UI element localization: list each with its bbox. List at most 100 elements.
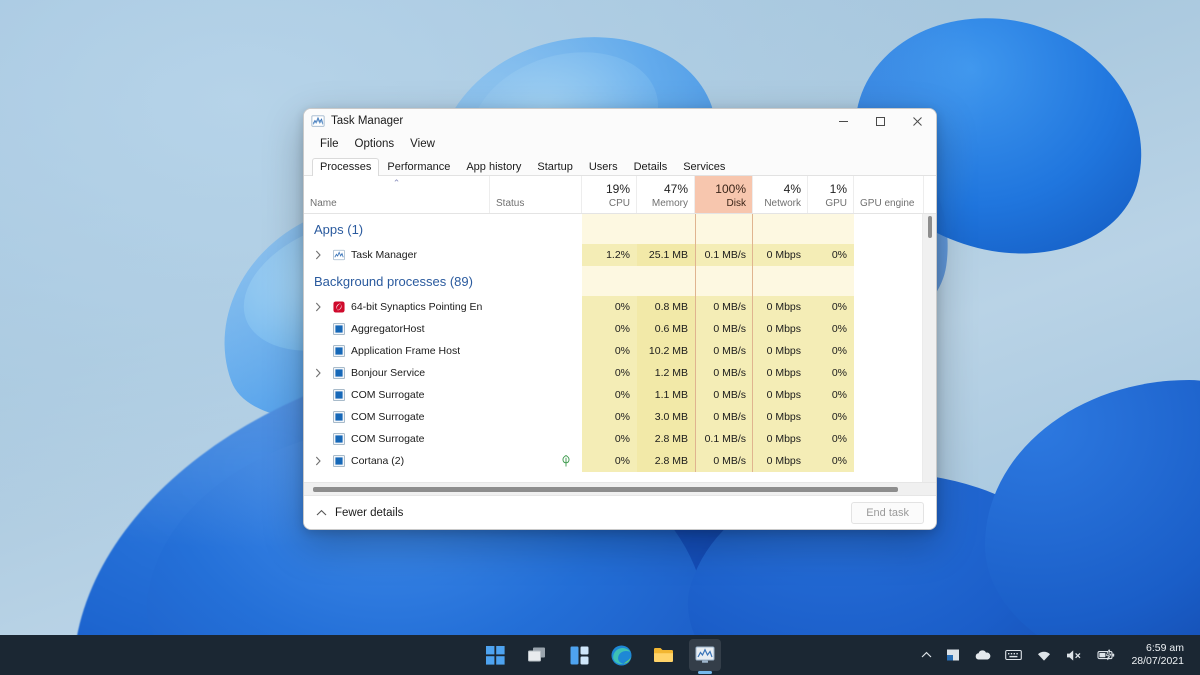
fewer-details-label: Fewer details: [335, 507, 403, 519]
process-group-header[interactable]: Apps (1): [304, 214, 936, 244]
minimize-button[interactable]: [825, 109, 862, 133]
cell-disk: 0 MB/s: [695, 296, 753, 318]
column-header-memory-label: Memory: [652, 198, 688, 209]
process-row[interactable]: COM Surrogate0%2.8 MB0.1 MB/s0 Mbps0%: [304, 428, 936, 450]
expand-chevron-icon[interactable]: [311, 302, 325, 312]
process-row[interactable]: COM Surrogate0%1.1 MB0 MB/s0 Mbps0%: [304, 384, 936, 406]
edge-icon: [611, 645, 632, 666]
tab-users[interactable]: Users: [581, 158, 626, 176]
keyboard-icon[interactable]: [998, 635, 1029, 675]
process-icon: [333, 345, 351, 357]
column-header-disk[interactable]: 100%Disk: [695, 176, 753, 213]
task-view-icon: [527, 646, 547, 664]
cell-disk: 0 MB/s: [695, 340, 753, 362]
cell-network: 0 Mbps: [753, 406, 808, 428]
menu-view[interactable]: View: [402, 136, 443, 152]
menu-file[interactable]: File: [312, 136, 347, 152]
chevron-up-icon: [316, 509, 327, 517]
cell-name: COM Surrogate: [304, 406, 490, 428]
process-rows: Apps (1) Task Manager1.2%25.1 MB0.1 MB/s0…: [304, 214, 936, 482]
taskbar-center-group: [479, 639, 721, 671]
process-icon: [333, 411, 351, 423]
cell-network: 0 Mbps: [753, 340, 808, 362]
clock-date: 28/07/2021: [1131, 655, 1184, 668]
tab-performance[interactable]: Performance: [379, 158, 458, 176]
tab-services[interactable]: Services: [675, 158, 733, 176]
column-header-network[interactable]: 4%Network: [753, 176, 808, 213]
column-header-network-label: Network: [764, 198, 801, 209]
cell-status: [490, 450, 582, 472]
column-header-status[interactable]: Status: [490, 176, 582, 213]
process-name: COM Surrogate: [351, 389, 425, 401]
widgets-button[interactable]: [563, 639, 595, 671]
close-button[interactable]: [899, 109, 936, 133]
cloud-icon[interactable]: [967, 635, 998, 675]
process-group-header[interactable]: Background processes (89): [304, 266, 936, 296]
group-title: Apps (1): [304, 222, 363, 237]
column-header-gpu_engine[interactable]: GPU engine: [854, 176, 924, 213]
process-row[interactable]: 64-bit Synaptics Pointing Enhan...0%0.8 …: [304, 296, 936, 318]
expand-chevron-icon[interactable]: [311, 456, 325, 466]
vertical-scrollbar[interactable]: [922, 214, 936, 482]
fewer-details-button[interactable]: Fewer details: [316, 507, 403, 519]
cell-disk: 0.1 MB/s: [695, 428, 753, 450]
cell-gpu_engine: [854, 296, 924, 318]
process-table: ⌃NameStatus19%CPU47%Memory100%Disk4%Netw…: [304, 176, 936, 482]
process-name: Bonjour Service: [351, 367, 425, 379]
process-row[interactable]: Cortana (2)0%2.8 MB0 MB/s0 Mbps0%: [304, 450, 936, 472]
column-header-gpu[interactable]: 1%GPU: [808, 176, 854, 213]
column-header-name-label: Name: [310, 198, 483, 209]
cell-cpu: [582, 266, 637, 296]
column-header-cpu[interactable]: 19%CPU: [582, 176, 637, 213]
vertical-scrollbar-thumb[interactable]: [928, 216, 932, 238]
process-row[interactable]: COM Surrogate0%3.0 MB0 MB/s0 Mbps0%: [304, 406, 936, 428]
cell-disk: 0 MB/s: [695, 318, 753, 340]
process-row[interactable]: Task Manager1.2%25.1 MB0.1 MB/s0 Mbps0%: [304, 244, 936, 266]
expand-chevron-icon[interactable]: [311, 250, 325, 260]
edge-button[interactable]: [605, 639, 637, 671]
maximize-button[interactable]: [862, 109, 899, 133]
app-icon: [333, 345, 345, 357]
cell-name: AggregatorHost: [304, 318, 490, 340]
tab-app-history[interactable]: App history: [458, 158, 529, 176]
expand-chevron-icon[interactable]: [311, 368, 325, 378]
cell-network: 0 Mbps: [753, 362, 808, 384]
cell-name: 64-bit Synaptics Pointing Enhan...: [304, 296, 490, 318]
chevron-up-icon[interactable]: [914, 635, 939, 675]
horizontal-scrollbar[interactable]: [304, 482, 936, 495]
task-manager-button[interactable]: [689, 639, 721, 671]
column-header-memory[interactable]: 47%Memory: [637, 176, 695, 213]
cell-gpu_engine: [854, 214, 924, 244]
start-button[interactable]: [479, 639, 511, 671]
process-row[interactable]: Bonjour Service0%1.2 MB0 MB/s0 Mbps0%: [304, 362, 936, 384]
task-view-button[interactable]: [521, 639, 553, 671]
app-icon: [333, 433, 345, 445]
process-row[interactable]: AggregatorHost0%0.6 MB0 MB/s0 Mbps0%: [304, 318, 936, 340]
cell-gpu_engine: [854, 406, 924, 428]
task-manager-taskbar-icon: [695, 646, 715, 664]
cell-cpu: 0%: [582, 450, 637, 472]
cell-cpu: 0%: [582, 428, 637, 450]
tab-details[interactable]: Details: [626, 158, 676, 176]
battery-icon[interactable]: [1090, 635, 1123, 675]
cell-cpu: 0%: [582, 384, 637, 406]
wifi-icon[interactable]: [1029, 635, 1059, 675]
horizontal-scrollbar-thumb[interactable]: [313, 487, 898, 492]
onedrive-blue-icon[interactable]: [939, 635, 967, 675]
end-task-button[interactable]: End task: [851, 502, 924, 524]
volume-mute-icon[interactable]: [1059, 635, 1090, 675]
title-bar[interactable]: Task Manager: [304, 109, 936, 133]
cell-network: 0 Mbps: [753, 244, 808, 266]
menu-options[interactable]: Options: [347, 136, 403, 152]
taskbar-clock[interactable]: 6:59 am 28/07/2021: [1123, 642, 1190, 668]
cell-gpu: 0%: [808, 428, 854, 450]
tab-processes[interactable]: Processes: [312, 158, 379, 176]
cell-status: [490, 384, 582, 406]
chart-icon: [333, 249, 345, 261]
file-explorer-button[interactable]: [647, 639, 679, 671]
cell-cpu: 0%: [582, 340, 637, 362]
column-header-disk-label: Disk: [727, 198, 746, 209]
process-row[interactable]: Application Frame Host0%10.2 MB0 MB/s0 M…: [304, 340, 936, 362]
tab-startup[interactable]: Startup: [529, 158, 580, 176]
column-header-name[interactable]: ⌃Name: [304, 176, 490, 213]
